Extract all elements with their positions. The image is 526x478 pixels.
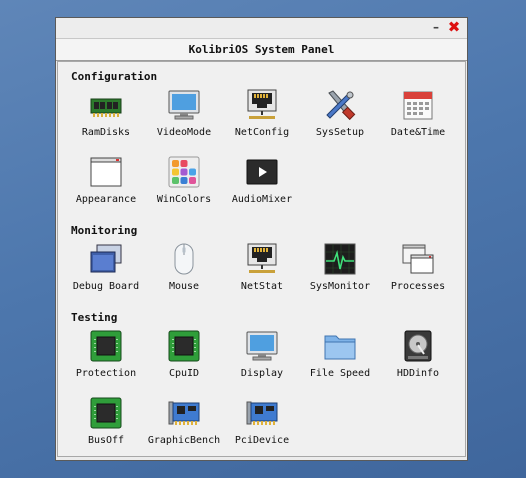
launcher-label: File Speed	[309, 368, 371, 379]
hard-disk-icon	[404, 330, 432, 362]
launcher-label: Display	[240, 368, 284, 379]
network-port-icon	[247, 89, 277, 119]
process-windows-icon	[402, 244, 434, 274]
launcher-label: RamDisks	[81, 127, 131, 138]
launcher-label: Debug Board	[72, 281, 140, 292]
launcher-label: NetConfig	[234, 127, 290, 138]
mouse-icon	[174, 243, 194, 275]
close-button[interactable]: ✖	[445, 18, 463, 36]
launcher-appearance[interactable]: Appearance	[67, 156, 145, 205]
launcher-protection[interactable]: Protection	[67, 330, 145, 379]
launcher-file-speed[interactable]: File Speed	[301, 330, 379, 379]
expansion-card-icon	[168, 401, 200, 425]
launcher-pcidevice[interactable]: PciDevice	[223, 397, 301, 446]
launcher-label: SysMonitor	[309, 281, 371, 292]
titlebar[interactable]: – ✖	[56, 18, 467, 38]
launcher-label: WinColors	[156, 194, 212, 205]
folder-icon	[324, 335, 356, 360]
ram-icon	[90, 98, 122, 117]
launcher-label: GraphicBench	[147, 435, 221, 446]
launcher-audiomixer[interactable]: AudioMixer	[223, 156, 301, 205]
minimize-button[interactable]: –	[427, 18, 445, 36]
section-title-configuration: Configuration	[71, 70, 158, 83]
launcher-label: PciDevice	[234, 435, 290, 446]
launcher-netconfig[interactable]: NetConfig	[223, 89, 301, 138]
launcher-label: VideoMode	[156, 127, 212, 138]
launcher-label: Processes	[390, 281, 446, 292]
monitor-icon	[168, 90, 200, 120]
launcher-processes[interactable]: Processes	[379, 243, 457, 292]
launcher-syssetup[interactable]: SysSetup	[301, 89, 379, 138]
section-title-testing: Testing	[71, 311, 118, 324]
launcher-netstat[interactable]: NetStat	[223, 243, 301, 292]
launcher-label: SysSetup	[315, 127, 365, 138]
window-title: KolibriOS System Panel	[56, 38, 467, 61]
chip-icon	[90, 330, 122, 362]
launcher-label: CpuID	[168, 368, 200, 379]
launcher-ramdisks[interactable]: RamDisks	[67, 89, 145, 138]
tools-icon	[326, 90, 356, 121]
launcher-wincolors[interactable]: WinColors	[145, 156, 223, 205]
launcher-label: AudioMixer	[231, 194, 293, 205]
monitor-icon	[246, 331, 278, 361]
launcher-debug-board[interactable]: Debug Board	[67, 243, 145, 292]
launcher-label: BusOff	[87, 435, 125, 446]
system-panel-window: – ✖ KolibriOS System Panel Configuration…	[55, 17, 468, 461]
launcher-cpuid[interactable]: CpuID	[145, 330, 223, 379]
color-palette-icon	[168, 156, 200, 188]
network-port-icon	[247, 243, 277, 273]
launcher-label: NetStat	[240, 281, 284, 292]
heartbeat-monitor-icon	[324, 243, 356, 275]
launcher-busoff[interactable]: BusOff	[67, 397, 145, 446]
expansion-card-icon	[246, 401, 278, 425]
chip-icon	[90, 397, 122, 429]
launcher-mouse[interactable]: Mouse	[145, 243, 223, 292]
launcher-datetime[interactable]: Date&Time	[379, 89, 457, 138]
window-icon	[90, 157, 122, 187]
play-icon	[246, 159, 278, 185]
launcher-label: Protection	[75, 368, 137, 379]
overlapping-windows-icon	[90, 244, 122, 273]
section-title-monitoring: Monitoring	[71, 224, 138, 237]
launcher-graphicbench[interactable]: GraphicBench	[145, 397, 223, 446]
launcher-label: HDDinfo	[396, 368, 440, 379]
panel-content: Configuration RamDisks VideoMode NetConf…	[57, 61, 466, 457]
launcher-sysmonitor[interactable]: SysMonitor	[301, 243, 379, 292]
launcher-label: Mouse	[168, 281, 200, 292]
launcher-label: Date&Time	[390, 127, 446, 138]
launcher-label: Appearance	[75, 194, 137, 205]
calendar-icon	[403, 91, 433, 120]
launcher-hddinfo[interactable]: HDDinfo	[379, 330, 457, 379]
chip-icon	[168, 330, 200, 362]
launcher-display[interactable]: Display	[223, 330, 301, 379]
launcher-videomode[interactable]: VideoMode	[145, 89, 223, 138]
